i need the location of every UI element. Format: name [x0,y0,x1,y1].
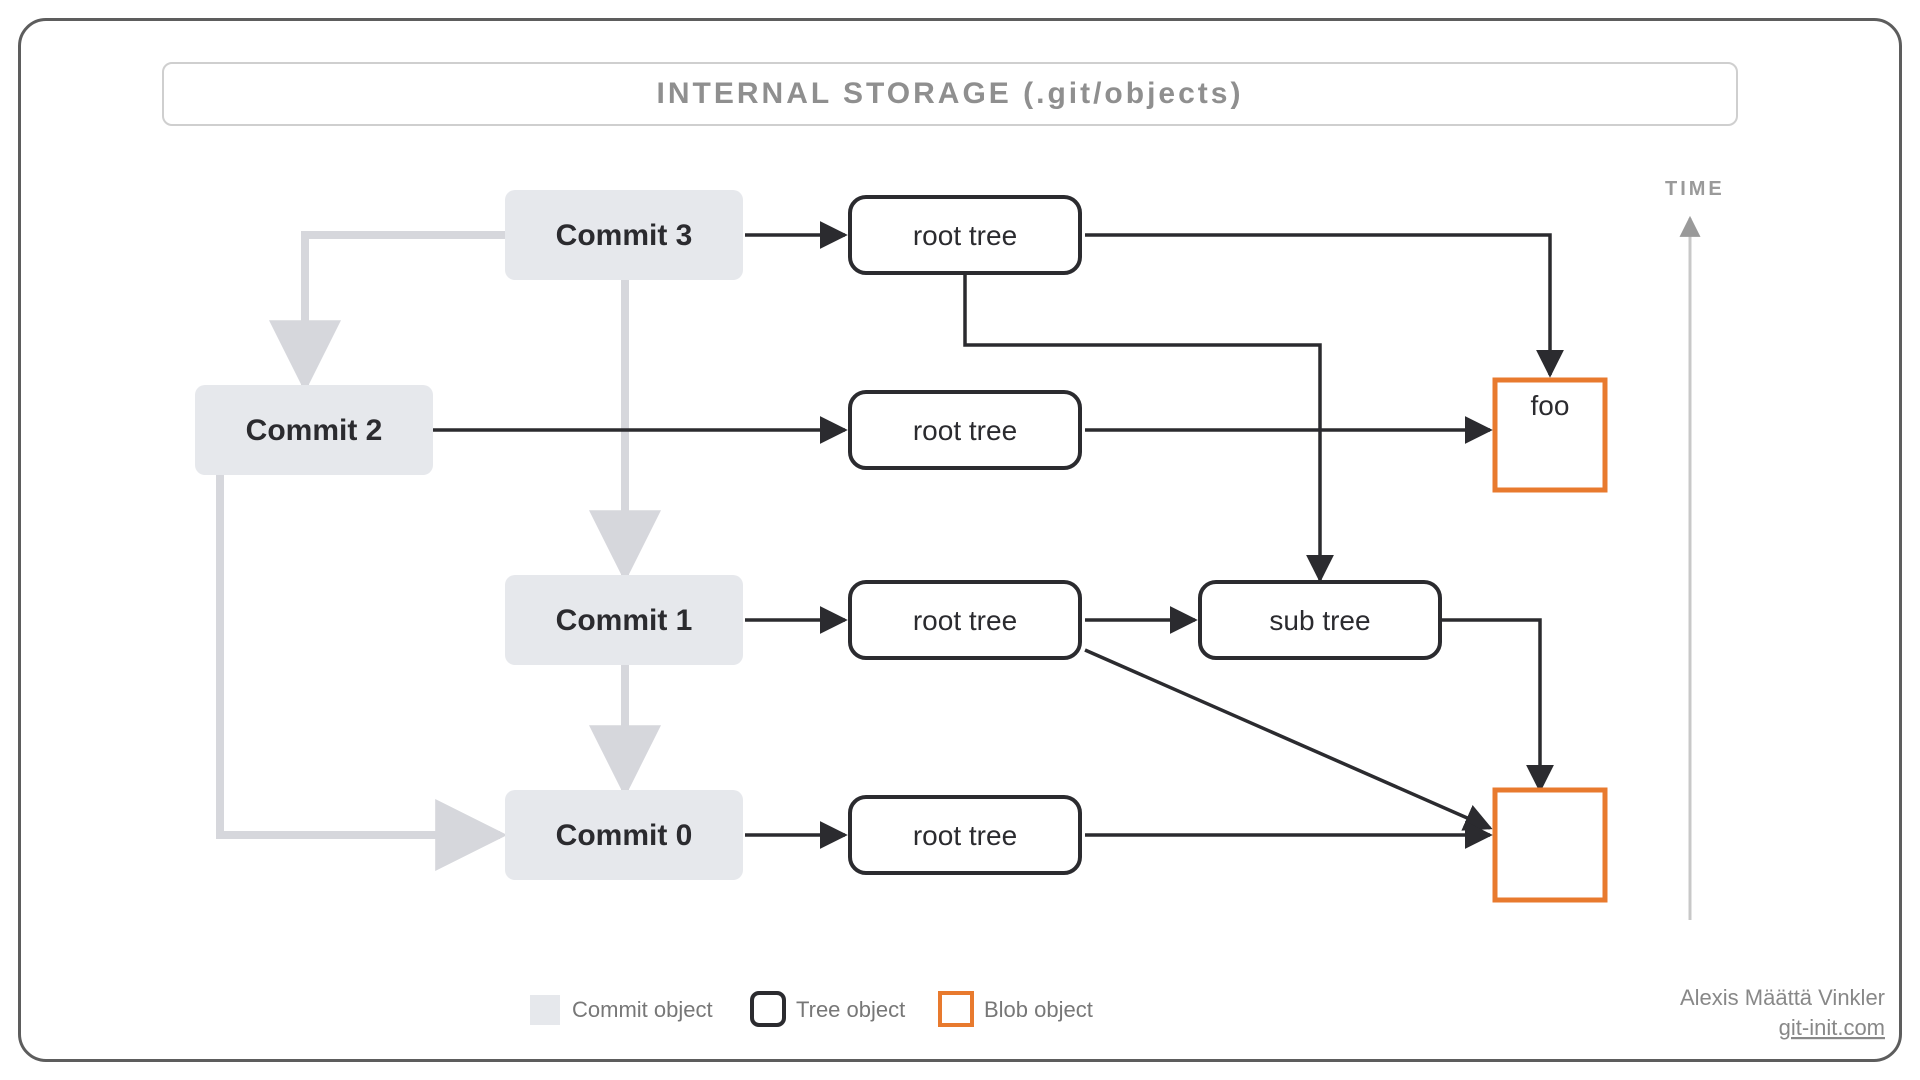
tree-1: root tree [850,582,1080,658]
commit-3: Commit 3 [505,190,743,280]
blob-foo-label: foo [1531,390,1570,421]
legend-tree: Tree object [796,997,905,1022]
tree-0-label: root tree [913,820,1017,851]
tree-sub: sub tree [1200,582,1440,658]
legend-commit: Commit object [572,997,713,1022]
commit-0: Commit 0 [505,790,743,880]
tree-0: root tree [850,797,1080,873]
commit-2: Commit 2 [195,385,433,475]
time-axis: TIME [1665,178,1725,920]
commit-1: Commit 1 [505,575,743,665]
commit-2-label: Commit 2 [246,414,383,447]
time-label: TIME [1665,178,1725,200]
tree-3: root tree [850,197,1080,273]
tree-2: root tree [850,392,1080,468]
data-arrows [430,235,1550,835]
legend: Commit object Tree object Blob object [530,993,1093,1025]
tree-2-label: root tree [913,415,1017,446]
author-name: Alexis Määttä Vinkler [1680,985,1885,1010]
parent-arrows [220,235,625,835]
tree-sub-label: sub tree [1269,605,1370,636]
author-site: git-init.com [1779,1015,1885,1040]
tree-3-label: root tree [913,220,1017,251]
tree-1-label: root tree [913,605,1017,636]
commit-1-label: Commit 1 [556,604,693,637]
blob-foo: foo [1495,380,1605,490]
legend-blob: Blob object [984,997,1093,1022]
commit-0-label: Commit 0 [556,819,693,852]
diagram-svg: Commit 3 Commit 2 Commit 1 Commit 0 root… [0,0,1920,1080]
commit-3-label: Commit 3 [556,219,693,252]
blob-anon [1495,790,1605,900]
